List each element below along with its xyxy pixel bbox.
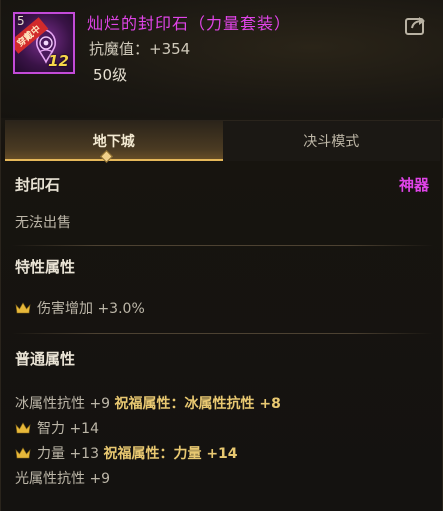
attribute-line-light: 光属性抗性 +9 xyxy=(15,468,110,488)
crown-icon xyxy=(15,302,31,314)
icon-level-text: 5 xyxy=(17,14,25,28)
item-icon[interactable]: 5 穿戴中 12 xyxy=(13,12,75,74)
divider xyxy=(11,333,434,334)
tooltip-header: 5 穿戴中 12 灿烂的封印石（力量套装） 抗魔值：+354 50级 xyxy=(1,0,443,118)
icon-number: 12 xyxy=(48,52,69,70)
attribute-line-str: 力量 +13 祝福属性：力量 +14 xyxy=(15,443,238,463)
special-attributes-title: 特性属性 xyxy=(15,258,76,276)
attribute-line-int: 智力 +14 xyxy=(15,418,99,438)
crown-icon xyxy=(15,447,31,459)
divider xyxy=(11,245,434,246)
strength-text: 力量 +13 xyxy=(37,446,104,462)
item-tooltip-panel: 5 穿戴中 12 灿烂的封印石（力量套装） 抗魔值：+354 50级 地下城 决… xyxy=(0,0,443,511)
magic-resist-line: 抗魔值：+354 xyxy=(89,38,190,59)
item-level: 50级 xyxy=(93,66,128,84)
special-attribute-line: 伤害增加 +3.0% xyxy=(15,298,145,318)
special-attribute-text: 伤害增加 +3.0% xyxy=(37,301,145,317)
light-resist-text: 光属性抗性 +9 xyxy=(15,471,111,487)
stat-value: +354 xyxy=(149,40,191,58)
stat-label: 抗魔值： xyxy=(89,40,150,58)
blessing-strength-text: 祝福属性：力量 +14 xyxy=(103,446,238,462)
rarity-label: 神器 xyxy=(399,176,430,194)
tab-dungeon[interactable]: 地下城 xyxy=(5,121,223,161)
blessing-ice-text: 祝福属性：冰属性抗性 +8 xyxy=(114,396,281,412)
intelligence-text: 智力 +14 xyxy=(37,421,99,437)
common-attributes-title: 普通属性 xyxy=(15,350,76,368)
item-category: 封印石 xyxy=(15,176,61,194)
mode-tabs: 地下城 决斗模式 xyxy=(5,120,440,161)
share-icon[interactable] xyxy=(404,14,428,36)
crown-icon xyxy=(15,422,31,434)
ice-resist-text: 冰属性抗性 +9 xyxy=(15,396,115,412)
cannot-sell-note: 无法出售 xyxy=(15,215,71,231)
item-name: 灿烂的封印石（力量套装） xyxy=(87,14,292,33)
tab-pvp[interactable]: 决斗模式 xyxy=(223,121,441,161)
attribute-line-ice: 冰属性抗性 +9 祝福属性：冰属性抗性 +8 xyxy=(15,393,281,413)
